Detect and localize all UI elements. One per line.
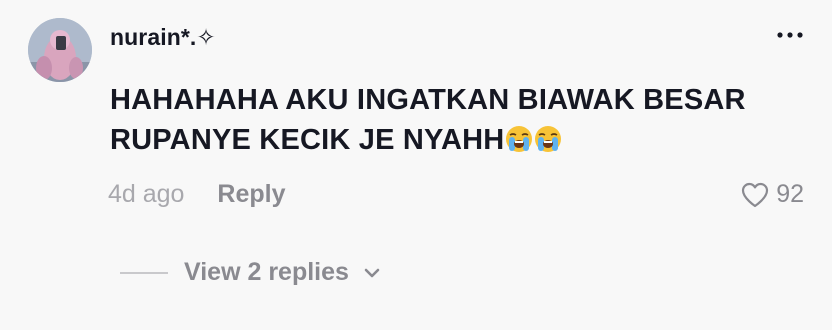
reply-button[interactable]: Reply: [217, 180, 285, 208]
comment-text-line-1: HAHAHAHA AKU INGATKAN BIAWAK BESAR: [110, 84, 746, 116]
view-replies-button[interactable]: View 2 replies: [120, 258, 383, 287]
comment-meta: 4d ago Reply: [108, 180, 286, 209]
loudly-crying-face-emoji-icon: [535, 126, 562, 152]
avatar-image: [28, 18, 92, 82]
more-dots-icon[interactable]: [772, 24, 808, 46]
username[interactable]: nurain*.✧: [110, 24, 216, 51]
loudly-crying-face-emoji-icon: [506, 126, 533, 152]
view-replies-label: View 2 replies: [184, 258, 349, 286]
like-button[interactable]: 92: [740, 180, 804, 209]
comment-text: HAHAHAHA AKU INGATKAN BIAWAK BESAR RUPAN…: [110, 80, 790, 160]
heart-outline-icon[interactable]: [740, 181, 770, 209]
comment-text-line-2-text: RUPANYE KECIK JE NYAHH: [110, 124, 505, 156]
replies-divider: [120, 271, 168, 274]
comment-item: nurain*.✧ HAHAHAHA AKU INGATKAN BIAWAK B…: [0, 0, 832, 330]
chevron-down-icon: [364, 268, 380, 277]
like-count: 92: [776, 180, 804, 208]
timestamp: 4d ago: [108, 180, 185, 208]
comment-text-line-2: RUPANYE KECIK JE NYAHH: [110, 120, 790, 160]
avatar[interactable]: [28, 18, 92, 82]
